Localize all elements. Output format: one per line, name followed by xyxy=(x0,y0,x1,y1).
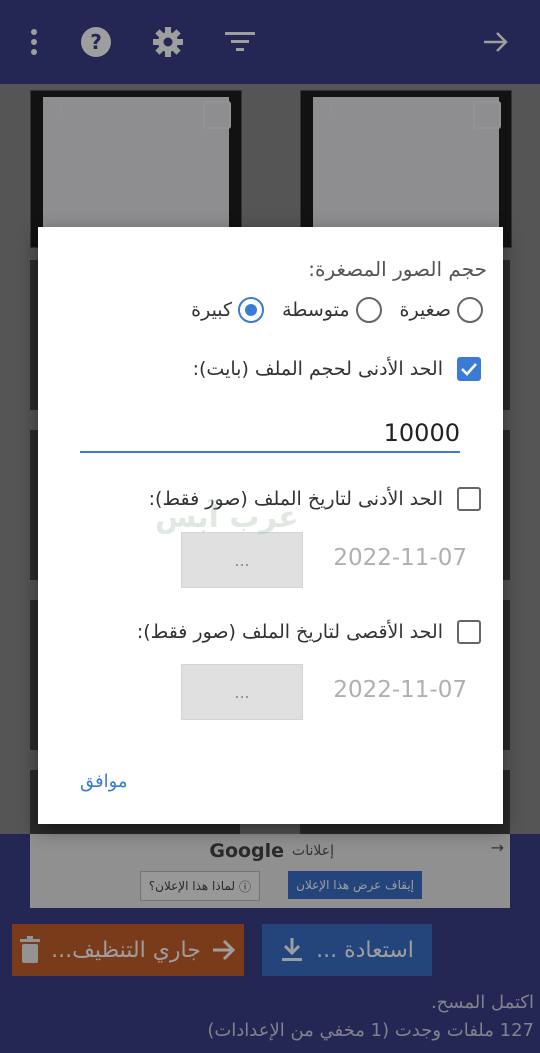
radio-medium-label: متوسطة xyxy=(282,299,350,321)
min-date-picker-button[interactable]: ... xyxy=(181,532,303,588)
max-date-row: الحد الأقصى لتاريخ الملف (صور فقط): xyxy=(137,620,481,644)
radio-large-label: كبيرة xyxy=(191,299,233,321)
radio-button-selected[interactable] xyxy=(238,297,265,323)
check-icon xyxy=(461,363,477,376)
radio-small[interactable]: صغيرة xyxy=(400,297,483,323)
min-date-value: 2022-11-07 xyxy=(333,545,467,571)
watermark-text: عرب آبس xyxy=(155,500,299,535)
max-date-checkbox[interactable] xyxy=(457,620,481,644)
radio-button[interactable] xyxy=(457,297,483,323)
min-size-label: الحد الأدنى لحجم الملف (بايت): xyxy=(192,358,443,380)
min-size-checkbox[interactable] xyxy=(457,357,481,381)
ok-button[interactable]: موافق xyxy=(80,771,128,792)
max-date-label: الحد الأقصى لتاريخ الملف (صور فقط): xyxy=(136,621,443,643)
min-size-input[interactable] xyxy=(80,415,460,453)
radio-large[interactable]: كبيرة xyxy=(191,297,265,323)
radio-medium[interactable]: متوسطة xyxy=(282,297,382,323)
radio-button[interactable] xyxy=(355,297,382,323)
min-size-row: الحد الأدنى لحجم الملف (بايت): xyxy=(193,357,481,381)
dialog-title: حجم الصور المصغرة: xyxy=(308,257,487,281)
thumbnail-size-radio-group: صغيرة متوسطة كبيرة xyxy=(191,297,483,323)
watermark-logo: عرب آبس xyxy=(155,500,299,535)
radio-small-label: صغيرة xyxy=(399,299,451,321)
min-date-checkbox[interactable] xyxy=(457,487,481,511)
max-date-picker-button[interactable]: ... xyxy=(181,664,303,720)
max-date-value: 2022-11-07 xyxy=(333,677,467,703)
